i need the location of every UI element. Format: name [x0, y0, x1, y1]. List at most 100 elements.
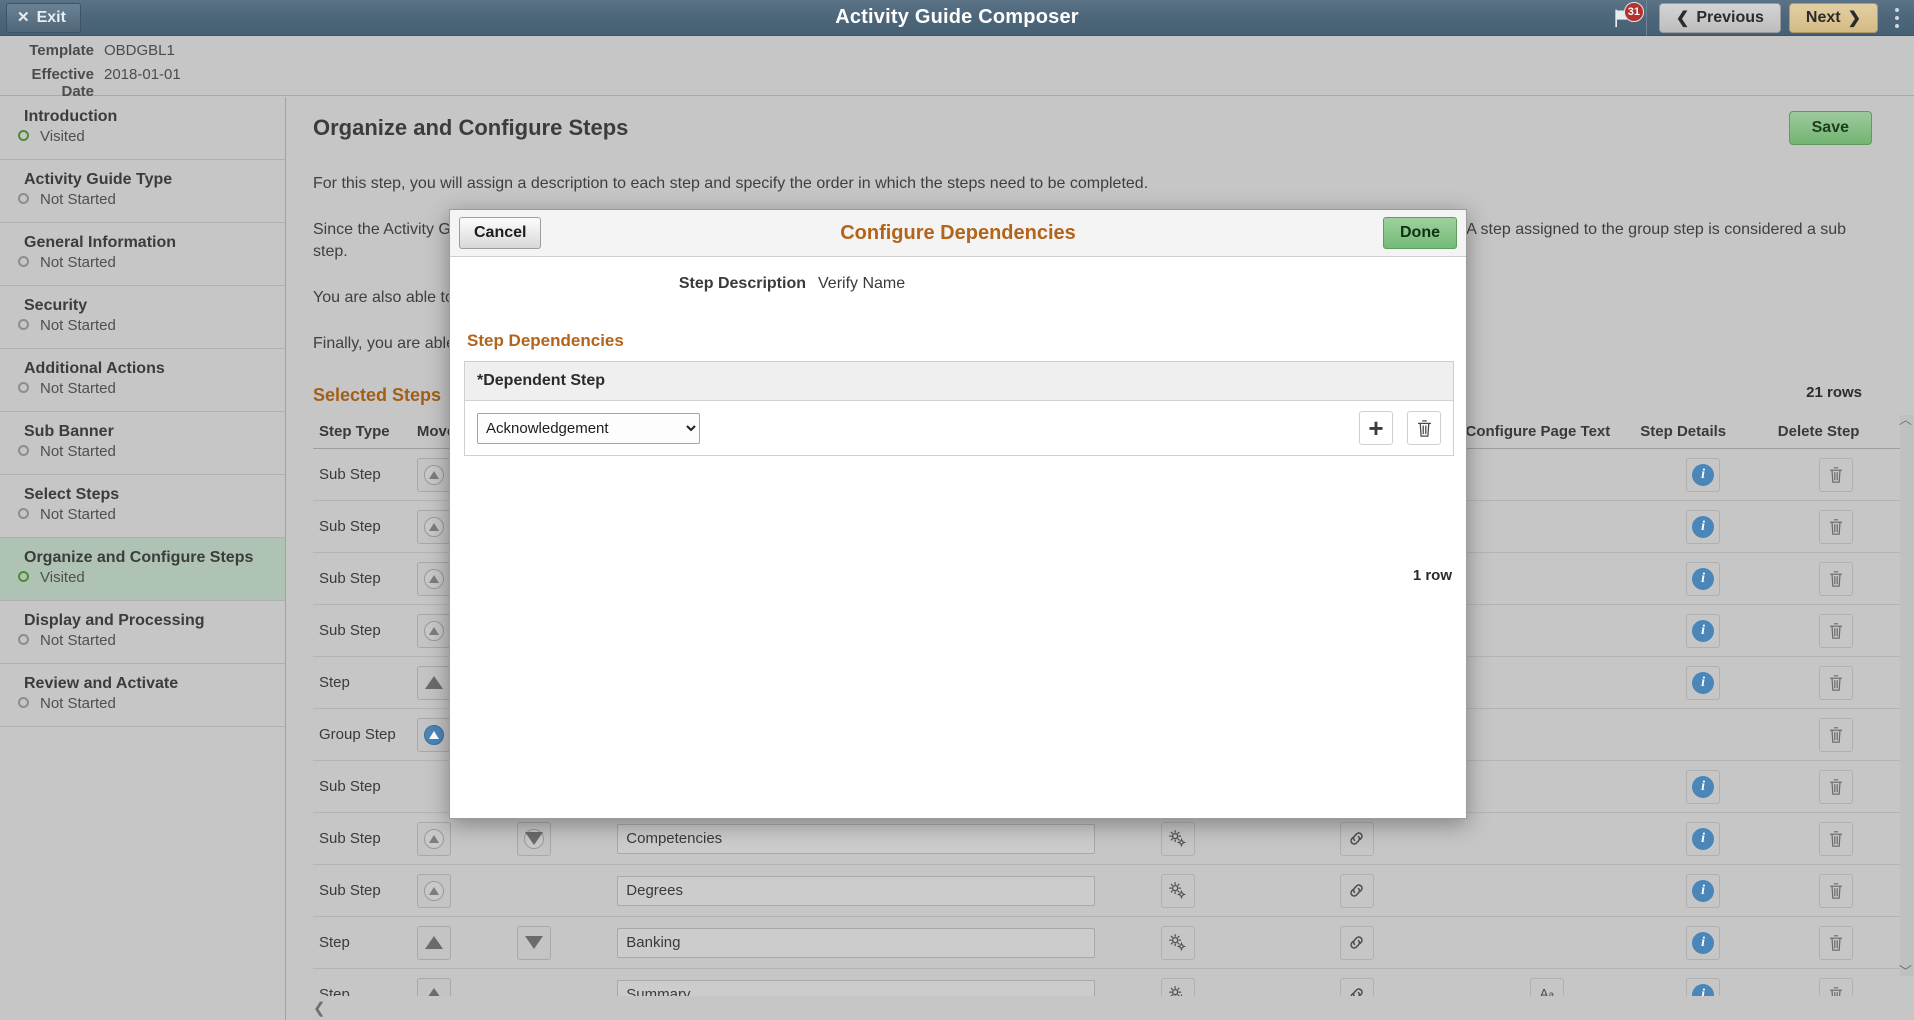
trash-icon: [1828, 726, 1844, 744]
delete-step-button[interactable]: [1819, 978, 1853, 997]
horizontal-scrollbar[interactable]: ❮: [313, 998, 1900, 1020]
cell-step-details: i: [1634, 553, 1771, 605]
cell-configure-page-text: [1460, 501, 1635, 553]
delete-dependency-button[interactable]: [1407, 411, 1441, 445]
scroll-up-icon[interactable]: ︿: [1899, 409, 1912, 428]
step-details-button[interactable]: i: [1686, 926, 1720, 960]
step-description-input[interactable]: [617, 928, 1094, 958]
sidebar-item-status: Not Started: [24, 505, 275, 525]
move-up-button[interactable]: [417, 666, 451, 700]
dependent-step-select[interactable]: Acknowledgement: [477, 413, 700, 444]
cell-configure-page-text: [1460, 917, 1635, 969]
scroll-down-icon[interactable]: ﹀: [1899, 961, 1912, 980]
step-description-input[interactable]: [617, 980, 1094, 997]
notifications-button[interactable]: 31: [1598, 0, 1646, 36]
delete-step-button[interactable]: [1819, 822, 1853, 856]
more-vertical-icon: [1895, 8, 1899, 12]
sidebar-item-select-steps[interactable]: Select StepsNot Started: [0, 475, 285, 538]
move-up-button[interactable]: [417, 874, 451, 908]
navigation-sidebar: IntroductionVisitedActivity Guide TypeNo…: [0, 97, 286, 1020]
effective-date-label: Effective Date: [0, 66, 104, 100]
cell-step-details: i: [1634, 657, 1771, 709]
step-details-button[interactable]: i: [1686, 822, 1720, 856]
step-details-button[interactable]: i: [1686, 874, 1720, 908]
sidebar-item-security[interactable]: SecurityNot Started: [0, 286, 285, 349]
save-button[interactable]: Save: [1789, 111, 1872, 145]
sidebar-item-introduction[interactable]: IntroductionVisited: [0, 97, 285, 160]
step-details-button[interactable]: i: [1686, 770, 1720, 804]
more-actions-button[interactable]: [1884, 0, 1910, 36]
sidebar-item-additional-actions[interactable]: Additional ActionsNot Started: [0, 349, 285, 412]
info-icon: i: [1692, 984, 1714, 997]
exit-button[interactable]: ✕ Exit: [6, 3, 81, 33]
delete-step-button[interactable]: [1819, 718, 1853, 752]
sidebar-item-sub-banner[interactable]: Sub BannerNot Started: [0, 412, 285, 475]
cell-configure-page-text: [1460, 553, 1635, 605]
move-down-button[interactable]: [517, 926, 551, 960]
cell-configure-step: [1101, 865, 1255, 917]
sidebar-item-review-and-activate[interactable]: Review and ActivateNot Started: [0, 664, 285, 727]
configure-dependencies-button[interactable]: [1340, 926, 1374, 960]
configure-dependencies-button[interactable]: [1340, 978, 1374, 997]
cell-move-up: [411, 813, 511, 865]
move-up-button[interactable]: [417, 926, 451, 960]
cell-configure-page-text: [1460, 865, 1635, 917]
gear-icon: [1168, 985, 1187, 996]
delete-step-button[interactable]: [1819, 874, 1853, 908]
sidebar-item-activity-guide-type[interactable]: Activity Guide TypeNot Started: [0, 160, 285, 223]
step-description-input[interactable]: [617, 876, 1094, 906]
sidebar-item-organize-and-configure-steps[interactable]: Organize and Configure StepsVisited: [0, 538, 285, 601]
previous-button[interactable]: ❮ Previous: [1659, 3, 1781, 33]
move-up-icon: [424, 829, 444, 849]
vertical-scrollbar[interactable]: ︿ ﹀: [1900, 415, 1914, 976]
table-row: Stepi: [313, 917, 1900, 969]
step-description-input[interactable]: [617, 824, 1094, 854]
status-indicator-icon: [18, 319, 29, 330]
cell-delete-step: [1772, 501, 1900, 553]
move-down-button[interactable]: [517, 822, 551, 856]
sidebar-item-label: Additional Actions: [24, 359, 275, 379]
move-up-button[interactable]: [417, 458, 451, 492]
next-button[interactable]: Next ❯: [1789, 3, 1878, 33]
cancel-button[interactable]: Cancel: [459, 217, 541, 249]
cell-configure-page-text: Aa: [1460, 969, 1635, 997]
sidebar-item-label: Security: [24, 296, 275, 316]
sidebar-item-general-information[interactable]: General InformationNot Started: [0, 223, 285, 286]
done-button[interactable]: Done: [1383, 217, 1457, 249]
delete-step-button[interactable]: [1819, 926, 1853, 960]
cell-configure-dependencies: [1254, 813, 1459, 865]
configure-step-button[interactable]: [1161, 822, 1195, 856]
cell-move-down: [511, 813, 611, 865]
step-details-button[interactable]: i: [1686, 562, 1720, 596]
configure-step-button[interactable]: [1161, 874, 1195, 908]
scroll-left-icon[interactable]: ❮: [313, 999, 326, 1017]
configure-step-button[interactable]: [1161, 978, 1195, 997]
configure-dependencies-button[interactable]: [1340, 822, 1374, 856]
step-details-button[interactable]: i: [1686, 614, 1720, 648]
configure-dependencies-button[interactable]: [1340, 874, 1374, 908]
delete-step-button[interactable]: [1819, 666, 1853, 700]
add-dependency-button[interactable]: +: [1359, 411, 1393, 445]
move-up-button[interactable]: [417, 718, 451, 752]
configure-step-button[interactable]: [1161, 926, 1195, 960]
sidebar-item-display-and-processing[interactable]: Display and ProcessingNot Started: [0, 601, 285, 664]
step-details-button[interactable]: i: [1686, 666, 1720, 700]
trash-icon: [1828, 518, 1844, 536]
cell-configure-page-text: [1460, 449, 1635, 501]
delete-step-button[interactable]: [1819, 458, 1853, 492]
step-details-button[interactable]: i: [1686, 510, 1720, 544]
configure-page-text-button[interactable]: Aa: [1530, 978, 1564, 997]
step-details-button[interactable]: i: [1686, 978, 1720, 997]
move-up-button[interactable]: [417, 510, 451, 544]
move-up-button[interactable]: [417, 822, 451, 856]
delete-step-button[interactable]: [1819, 510, 1853, 544]
delete-step-button[interactable]: [1819, 562, 1853, 596]
cell-configure-page-text: [1460, 813, 1635, 865]
move-up-button[interactable]: [417, 614, 451, 648]
delete-step-button[interactable]: [1819, 770, 1853, 804]
modal-header: Cancel Configure Dependencies Done: [450, 210, 1466, 257]
move-up-button[interactable]: [417, 978, 451, 997]
delete-step-button[interactable]: [1819, 614, 1853, 648]
step-details-button[interactable]: i: [1686, 458, 1720, 492]
move-up-button[interactable]: [417, 562, 451, 596]
